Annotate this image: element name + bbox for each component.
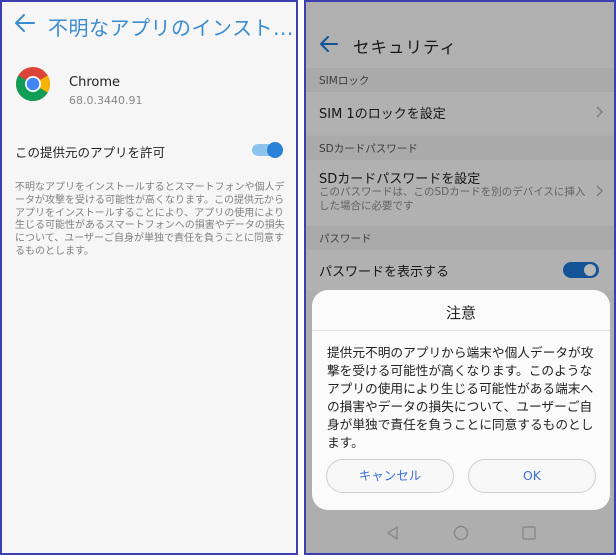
page-title: 不明なアプリのインスト... (48, 16, 294, 40)
warning-description: 不明なアプリをインストールするとスマートフォンや個人データが攻撃を受ける可能性が… (15, 182, 285, 257)
show-password-toggle[interactable] (562, 259, 600, 281)
app-bar: 不明なアプリのインスト... (2, 2, 296, 50)
system-nav-bar (306, 513, 614, 553)
app-bar: セキュリティ (306, 2, 614, 64)
section-header-password: パスワード (306, 226, 614, 250)
chevron-right-icon (596, 185, 604, 197)
ok-button[interactable]: OK (468, 459, 596, 493)
back-arrow-icon[interactable] (319, 33, 339, 55)
app-version: 68.0.3440.91 (69, 94, 143, 107)
section-header-sd-password: SDカードパスワード (306, 136, 614, 160)
nav-recents-icon[interactable] (520, 524, 538, 542)
nav-home-icon[interactable] (452, 524, 470, 542)
left-screen: 不明なアプリのインスト... Chrome 68.0.3440.91 この提供元… (0, 0, 298, 555)
sd-password-title: SDカードパスワードを設定 (319, 172, 481, 187)
show-password-row: パスワードを表示する (306, 250, 614, 290)
sim-lock-title: SIM 1のロックを設定 (319, 107, 446, 122)
dialog-title: 注意 (445, 304, 476, 322)
sim-lock-row[interactable]: SIM 1のロックを設定 (306, 92, 614, 132)
dialog-divider (312, 330, 610, 331)
warning-dialog: 注意 提供元不明のアプリから端末や個人データが攻撃を受ける可能性が高くなります。… (312, 290, 610, 510)
right-screen: セキュリティ SIMロック SIM 1のロックを設定 SDカードパスワード SD… (304, 0, 616, 555)
dialog-message: 提供元不明のアプリから端末や個人データが攻撃を受ける可能性が高くなります。このよ… (327, 345, 594, 450)
allow-source-toggle[interactable] (251, 140, 285, 160)
app-name: Chrome (69, 75, 120, 90)
cancel-button[interactable]: キャンセル (326, 459, 454, 493)
allow-source-label: この提供元のアプリを許可 (15, 145, 166, 160)
sd-password-subtitle: このパスワードは、このSDカードを別のデバイスに挿入した場合に必要です (319, 186, 586, 212)
show-password-title: パスワードを表示する (319, 265, 450, 280)
back-arrow-icon[interactable] (14, 11, 36, 35)
sd-password-row[interactable]: SDカードパスワードを設定 このパスワードは、このSDカードを別のデバイスに挿入… (306, 160, 614, 226)
chevron-right-icon (596, 106, 604, 118)
chrome-icon (16, 67, 50, 101)
page-title: セキュリティ (353, 38, 458, 57)
nav-back-icon[interactable] (384, 524, 402, 542)
section-header-sim-lock: SIMロック (306, 68, 614, 92)
